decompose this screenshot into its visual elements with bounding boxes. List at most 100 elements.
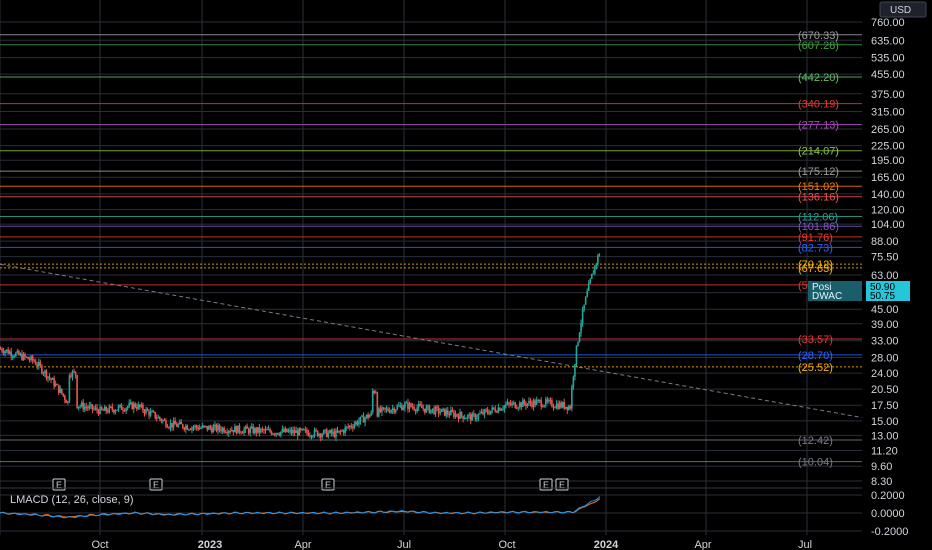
candle-body[interactable] — [473, 413, 475, 415]
candle-body[interactable] — [129, 402, 132, 404]
candle-body[interactable] — [93, 408, 95, 410]
candle-body[interactable] — [546, 399, 549, 402]
candle-body[interactable] — [430, 409, 432, 414]
candle-body[interactable] — [94, 407, 97, 409]
candle-body[interactable] — [469, 414, 472, 421]
candle-body[interactable] — [364, 417, 366, 423]
candle-body[interactable] — [479, 413, 481, 415]
candle-body[interactable] — [165, 420, 167, 427]
candle-body[interactable] — [227, 431, 230, 434]
candle-body[interactable] — [289, 429, 291, 431]
candle-body[interactable] — [411, 406, 414, 408]
candle-body[interactable] — [174, 420, 176, 425]
candle-body[interactable] — [508, 402, 510, 404]
candle-body[interactable] — [142, 404, 144, 411]
candle-body[interactable] — [197, 427, 199, 430]
candle-body[interactable] — [537, 400, 539, 402]
candle-body[interactable] — [306, 429, 308, 433]
candle-body[interactable] — [474, 414, 477, 420]
candle-body[interactable] — [62, 393, 65, 396]
candle-body[interactable] — [309, 435, 311, 437]
candle-body[interactable] — [393, 408, 395, 413]
candle-body[interactable] — [315, 429, 317, 431]
candle-body[interactable] — [460, 411, 463, 416]
candle-body[interactable] — [325, 429, 328, 437]
candle-body[interactable] — [47, 376, 49, 379]
candle-body[interactable] — [180, 421, 183, 425]
candle-body[interactable] — [352, 427, 354, 429]
candle-body[interactable] — [486, 410, 489, 413]
candle-body[interactable] — [148, 410, 150, 416]
candle-body[interactable] — [77, 406, 80, 409]
candle-body[interactable] — [68, 375, 71, 402]
candle-body[interactable] — [82, 402, 85, 410]
candle-body[interactable] — [387, 408, 389, 411]
candle-body[interactable] — [183, 427, 186, 430]
candle-body[interactable] — [485, 409, 487, 411]
candle-body[interactable] — [37, 362, 40, 367]
candle-body[interactable] — [296, 430, 299, 436]
candle-body[interactable] — [335, 430, 337, 438]
candle-body[interactable] — [531, 403, 533, 407]
candle-body[interactable] — [224, 432, 227, 434]
candle-body[interactable] — [11, 356, 14, 358]
candle-body[interactable] — [577, 341, 579, 346]
candle-body[interactable] — [489, 410, 492, 415]
candle-body[interactable] — [388, 410, 391, 413]
candle-body[interactable] — [401, 405, 403, 410]
candle-body[interactable] — [246, 426, 248, 429]
candle-body[interactable] — [122, 409, 124, 411]
candle-body[interactable] — [578, 332, 581, 342]
candle-body[interactable] — [221, 428, 224, 432]
candle-body[interactable] — [79, 405, 81, 407]
candle-body[interactable] — [497, 407, 500, 413]
candle-body[interactable] — [102, 409, 104, 411]
candle-body[interactable] — [30, 356, 32, 361]
candle-body[interactable] — [241, 432, 244, 434]
candle-body[interactable] — [558, 402, 561, 409]
candle-body[interactable] — [162, 419, 164, 422]
candle-body[interactable] — [57, 384, 60, 393]
candle-body[interactable] — [598, 254, 601, 256]
candle-body[interactable] — [459, 411, 461, 419]
candle-body[interactable] — [21, 353, 23, 360]
candle-body[interactable] — [425, 406, 428, 413]
candle-body[interactable] — [580, 323, 582, 333]
candle-body[interactable] — [538, 400, 541, 402]
candle-body[interactable] — [171, 423, 173, 428]
candle-body[interactable] — [290, 429, 293, 434]
candle-body[interactable] — [264, 429, 267, 431]
candle-body[interactable] — [126, 406, 129, 409]
candle-body[interactable] — [584, 297, 587, 305]
candle-body[interactable] — [517, 407, 520, 409]
candle-body[interactable] — [333, 431, 336, 438]
candle-body[interactable] — [283, 429, 285, 432]
candle-body[interactable] — [336, 430, 339, 433]
candle-body[interactable] — [229, 431, 232, 433]
candle-body[interactable] — [243, 429, 245, 434]
candle-body[interactable] — [359, 416, 362, 422]
candle-body[interactable] — [51, 378, 54, 380]
candle-body[interactable] — [67, 401, 69, 404]
candle-body[interactable] — [231, 429, 233, 432]
candle-body[interactable] — [188, 429, 190, 431]
candle-body[interactable] — [128, 403, 130, 407]
candle-body[interactable] — [500, 409, 503, 411]
candle-body[interactable] — [238, 425, 241, 432]
candle-body[interactable] — [465, 418, 467, 420]
candle-body[interactable] — [348, 425, 351, 428]
candle-body[interactable] — [566, 406, 569, 410]
candle-body[interactable] — [391, 408, 394, 411]
candle-body[interactable] — [385, 408, 388, 410]
candle-body[interactable] — [540, 400, 543, 407]
candle-body[interactable] — [396, 405, 399, 410]
candle-body[interactable] — [535, 400, 538, 405]
candle-body[interactable] — [448, 414, 451, 416]
candle-body[interactable] — [407, 402, 409, 410]
candle-body[interactable] — [263, 429, 265, 431]
candle-body[interactable] — [376, 392, 379, 417]
candle-body[interactable] — [390, 410, 392, 413]
candle-body[interactable] — [24, 353, 26, 357]
candle-body[interactable] — [272, 433, 274, 435]
candle-body[interactable] — [590, 273, 593, 279]
